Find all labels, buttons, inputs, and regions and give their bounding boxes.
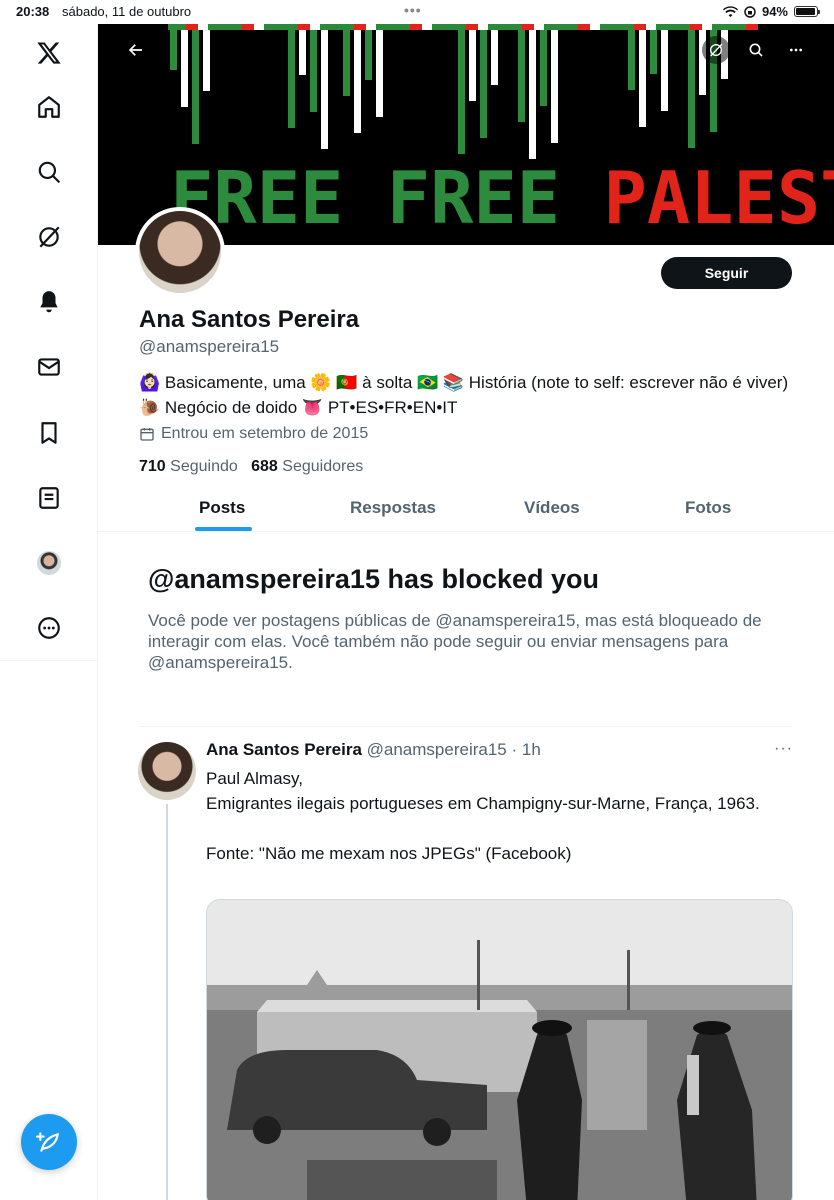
compose-post-button[interactable] bbox=[21, 1114, 77, 1170]
profile-stats: 710 Seguindo 688 Seguidores bbox=[139, 458, 363, 476]
following-link[interactable]: 710 Seguindo bbox=[139, 458, 238, 475]
profile-name: Ana Santos Pereira bbox=[139, 306, 360, 333]
banner-stripe bbox=[354, 30, 361, 133]
grok-icon[interactable] bbox=[30, 218, 68, 256]
banner-stripe bbox=[518, 30, 525, 122]
followers-link[interactable]: 688 Seguidores bbox=[251, 458, 363, 475]
post-text: Paul Almasy, Emigrantes ilegais portugue… bbox=[206, 769, 760, 863]
post-divider bbox=[139, 726, 792, 727]
tab-replies[interactable]: Respostas bbox=[350, 498, 436, 518]
profile-banner: FREE FREE PALESTINE bbox=[98, 24, 834, 245]
banner-text-red: PALESTINE bbox=[603, 156, 834, 240]
search-banner-icon[interactable] bbox=[742, 36, 770, 64]
banner-stripe bbox=[203, 30, 210, 91]
wifi-icon bbox=[722, 5, 738, 17]
banner-stripe bbox=[688, 30, 695, 148]
profile-main: FREE FREE PALESTINE Seguir Ana Santos Pe… bbox=[98, 24, 834, 1200]
blocked-title: @anamspereira15 has blocked you bbox=[148, 564, 600, 594]
tab-videos[interactable]: Vídeos bbox=[524, 498, 580, 518]
compose-feather-icon bbox=[36, 1132, 59, 1152]
banner-stripe bbox=[661, 30, 668, 111]
tab-posts[interactable]: Posts bbox=[199, 498, 245, 518]
banner-stripe bbox=[529, 30, 536, 159]
banner-stripe bbox=[458, 30, 465, 154]
post-header: Ana Santos Pereira @anamspereira15 · 1h bbox=[206, 740, 541, 760]
banner-text: FREE FREE PALESTINE bbox=[170, 158, 834, 238]
back-arrow-icon[interactable] bbox=[122, 36, 150, 64]
banner-stripe bbox=[299, 30, 306, 75]
profile-avatar[interactable] bbox=[30, 544, 68, 582]
profile-handle: @anamspereira15 bbox=[139, 337, 280, 356]
more-options-icon[interactable] bbox=[782, 36, 810, 64]
bookmarks-icon[interactable] bbox=[30, 414, 68, 452]
active-tab-indicator bbox=[195, 527, 252, 531]
post-author-avatar[interactable] bbox=[138, 742, 196, 800]
orientation-lock-icon bbox=[744, 5, 756, 18]
banner-stripe bbox=[192, 30, 199, 144]
banner-stripe bbox=[480, 30, 487, 138]
thread-line bbox=[166, 804, 168, 1200]
status-bar: 20:38 sábado, 11 de outubro ••• 94% bbox=[0, 0, 834, 24]
post-author-name[interactable]: Ana Santos Pereira bbox=[206, 740, 362, 759]
following-label: Seguindo bbox=[170, 458, 238, 475]
more-icon[interactable] bbox=[30, 609, 68, 647]
following-count: 710 bbox=[139, 458, 166, 475]
banner-stripe bbox=[170, 30, 177, 70]
battery-icon bbox=[794, 6, 820, 17]
banner-stripe bbox=[650, 30, 657, 74]
post-photo-image bbox=[207, 900, 792, 1200]
banner-text-green: FREE FREE bbox=[170, 156, 604, 240]
profile-avatar-large[interactable] bbox=[135, 207, 225, 297]
banner-stripe bbox=[469, 30, 476, 101]
banner-stripe bbox=[639, 30, 646, 127]
status-date: sábado, 11 de outubro bbox=[62, 4, 192, 19]
banner-stripe bbox=[628, 30, 635, 90]
profile-tabs: Posts Respostas Vídeos Fotos bbox=[98, 484, 834, 532]
messages-icon[interactable] bbox=[30, 348, 68, 386]
status-icons: 94% bbox=[722, 4, 820, 19]
status-time: 20:38 bbox=[16, 4, 50, 19]
banner-stripe bbox=[310, 30, 317, 112]
banner-stripe bbox=[181, 30, 188, 107]
sidebar-divider bbox=[0, 660, 98, 661]
home-icon[interactable] bbox=[30, 88, 68, 126]
banner-stripe bbox=[551, 30, 558, 143]
profile-bio: 🙆🏻‍♀️ Basicamente, uma 🌼 🇵🇹 à solta 🇧🇷 📚… bbox=[139, 373, 789, 417]
banner-stripe bbox=[288, 30, 295, 128]
post-photo[interactable] bbox=[206, 899, 793, 1200]
banner-stripe bbox=[365, 30, 372, 80]
post-more-icon[interactable]: ··· bbox=[774, 740, 793, 758]
followers-label: Seguidores bbox=[282, 458, 364, 475]
post-time[interactable]: · 1h bbox=[511, 740, 540, 759]
banner-stripe bbox=[321, 30, 328, 149]
follow-button[interactable]: Seguir bbox=[661, 257, 792, 289]
post-author-handle[interactable]: @anamspereira15 bbox=[367, 740, 507, 759]
tab-photos[interactable]: Fotos bbox=[685, 498, 731, 518]
banner-stripe bbox=[376, 30, 383, 117]
joined-date-text: Entrou em setembro de 2015 bbox=[161, 425, 369, 442]
notifications-icon[interactable] bbox=[30, 283, 68, 321]
joined-date: Entrou em setembro de 2015 bbox=[139, 425, 368, 443]
followers-count: 688 bbox=[251, 458, 278, 475]
banner-stripe bbox=[491, 30, 498, 85]
search-icon[interactable] bbox=[30, 153, 68, 191]
calendar-icon bbox=[140, 428, 154, 441]
banner-stripe bbox=[343, 30, 350, 96]
banner-stripe bbox=[540, 30, 547, 106]
grok-banner-icon[interactable] bbox=[702, 36, 730, 64]
battery-percent: 94% bbox=[761, 4, 788, 19]
blocked-message: Você pode ver postagens públicas de @ana… bbox=[148, 611, 762, 672]
x-logo-icon[interactable] bbox=[30, 34, 68, 72]
lists-icon[interactable] bbox=[30, 479, 68, 517]
multitask-dots-icon[interactable]: ••• bbox=[404, 2, 422, 18]
sidebar-nav bbox=[0, 24, 98, 1200]
